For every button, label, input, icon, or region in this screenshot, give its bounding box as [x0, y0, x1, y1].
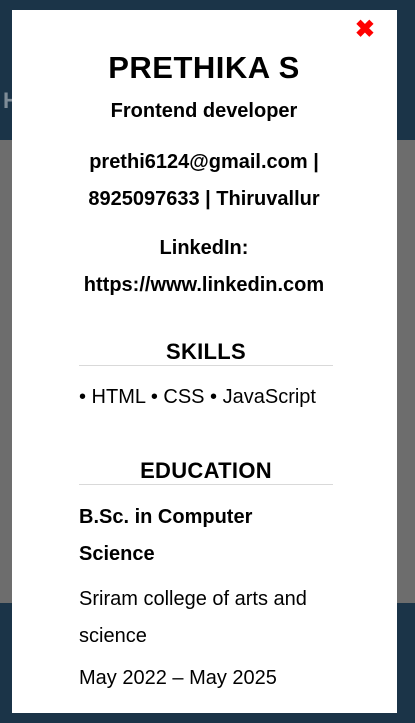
skills-heading: SKILLS — [165, 339, 247, 364]
education-degree: B.Sc. in Computer Science — [79, 506, 253, 565]
linkedin-link[interactable]: https://www.linkedin.com — [24, 274, 384, 297]
linkedin-label: LinkedIn: — [159, 237, 249, 259]
education-dates: May 2022 – May 2025 — [79, 667, 277, 689]
education-heading: EDUCATION — [140, 458, 272, 483]
skills-list: • HTML • CSS • JavaScript — [79, 386, 316, 408]
education-divider — [79, 484, 333, 485]
skills-divider — [79, 365, 333, 366]
contact-info: prethi6124@gmail.com | 8925097633 | Thir… — [88, 151, 320, 210]
resume-role: Frontend developer — [110, 100, 298, 122]
resume-name: PRETHIKA S — [108, 50, 300, 85]
close-icon[interactable]: ✖ — [355, 18, 375, 42]
resume-modal: ✖ PRETHIKA S Frontend developer prethi61… — [12, 10, 397, 713]
education-college: Sriram college of arts and science — [79, 588, 307, 647]
